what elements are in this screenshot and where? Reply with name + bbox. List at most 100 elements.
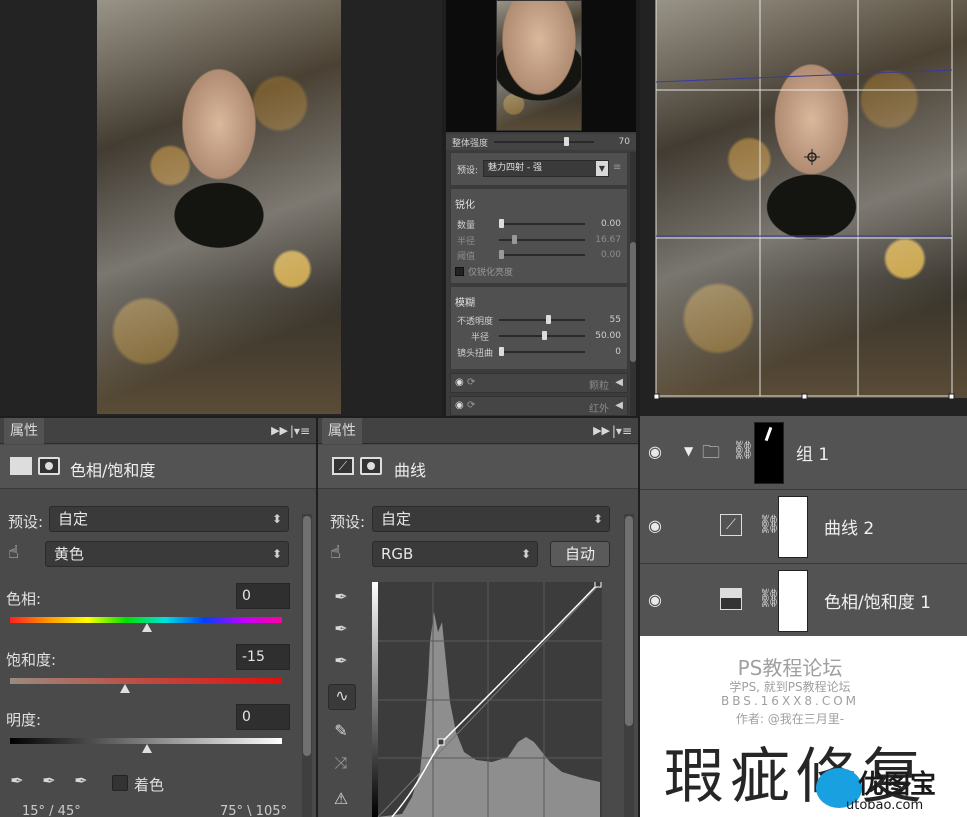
refresh-icon[interactable]: ⟳ <box>467 377 475 388</box>
sharpen-amount-thumb[interactable] <box>499 219 504 228</box>
vignette-opacity-label: 不透明度 <box>457 316 494 327</box>
pencil-draw-icon[interactable]: ✎ <box>330 720 352 742</box>
transform-grid[interactable] <box>640 0 967 416</box>
collapse-icon[interactable]: ▶▶ <box>593 418 610 444</box>
layer-mask-thumbnail[interactable] <box>778 496 808 558</box>
eyedropper-icon[interactable]: ✒ <box>6 770 28 792</box>
sharpen-luminance-label: 仅锐化亮度 <box>468 268 514 278</box>
overall-strength-slider[interactable] <box>494 137 594 146</box>
hue-panel-tab[interactable]: 属性 <box>4 418 44 444</box>
layer-row-curves[interactable]: ◉ ⟋ ⛓ 曲线 2 <box>640 490 967 564</box>
lens-distort-label: 镜头扭曲 <box>457 348 494 359</box>
layer-name: 曲线 2 <box>824 519 875 539</box>
eye-icon[interactable]: ◉ <box>455 377 464 388</box>
lens-distort-thumb[interactable] <box>499 347 504 356</box>
saturation-slider-thumb[interactable] <box>120 684 130 693</box>
curves-graph[interactable] <box>372 582 602 817</box>
curves-panel-scrollbar[interactable] <box>624 514 634 817</box>
vignette-title: 模糊 <box>455 298 475 309</box>
visibility-eye-icon[interactable]: ◉ <box>648 442 666 461</box>
logo-url: utobao.com <box>846 798 924 813</box>
eyedropper-minus-icon[interactable]: ✒ <box>70 770 92 792</box>
saturation-value: -15 <box>242 649 265 665</box>
layer-mask-thumbnail[interactable] <box>754 422 784 484</box>
sharpen-luminance-checkbox[interactable] <box>455 267 464 276</box>
hue-channel-select[interactable]: 黄色 <box>45 541 289 567</box>
range-right-value: 75° \ 105° <box>220 804 287 817</box>
lightness-slider-thumb[interactable] <box>142 744 152 753</box>
hue-value-input[interactable]: 0 <box>236 583 290 609</box>
saturation-slider-track[interactable] <box>10 678 282 684</box>
colorize-label: 着色 <box>134 776 165 794</box>
curves-panel-tab[interactable]: 属性 <box>322 418 362 444</box>
sample-gray-eyedropper-icon[interactable]: ✒ <box>330 618 352 640</box>
targeted-adjust-hand-icon[interactable]: ☝ <box>8 542 19 563</box>
sharpen-radius-label: 半径 <box>457 236 476 247</box>
vignette-radius-slider[interactable] <box>499 331 585 340</box>
hue-preset-select[interactable]: 自定 <box>49 506 289 532</box>
hue-saturation-panel: 属性 ▶▶ |▾≡ 色相/饱和度 预设: 自定 ☝ 黄色 色相: 0 饱和度: … <box>0 418 316 817</box>
sharpen-section: 锐化 数量 0.00 半径 16.67 阈值 0.00 仅锐化亮度 <box>450 188 628 284</box>
sharpen-radius-slider[interactable] <box>499 235 585 244</box>
vignette-opacity-slider[interactable] <box>499 315 585 324</box>
curves-preset-select[interactable]: 自定 <box>372 506 610 532</box>
vignette-radius-thumb[interactable] <box>542 331 547 340</box>
layer-row-group[interactable]: ◉ ▼ 🗀 ⛓ 组 1 <box>640 416 967 490</box>
curve-point-tool-icon[interactable]: ∿ <box>328 684 356 710</box>
overall-strength-value: 70 <box>618 137 630 147</box>
sharpen-threshold-label: 阈值 <box>457 251 476 262</box>
caret-left-icon: ◀ <box>615 400 623 411</box>
sharpen-title: 锐化 <box>455 200 475 211</box>
panel-menu-icon[interactable]: |▾≡ <box>612 418 632 444</box>
visibility-eye-icon[interactable]: ◉ <box>648 590 666 609</box>
expand-triangle-icon[interactable]: ▼ <box>684 444 693 458</box>
mask-icon[interactable] <box>38 457 60 475</box>
visibility-eye-icon[interactable]: ◉ <box>648 516 666 535</box>
filter-preview-thumbnail[interactable] <box>496 0 582 131</box>
watermark-line4: 作者: @我在三月里- <box>735 712 845 726</box>
lens-distort-slider[interactable] <box>499 347 585 356</box>
sharpen-amount-label: 数量 <box>457 220 476 231</box>
filter-panel-scrollbar[interactable] <box>630 152 636 416</box>
layer-row-hue[interactable]: ◉ ⛓ 色相/饱和度 1 <box>640 564 967 638</box>
vignette-opacity-thumb[interactable] <box>546 315 552 324</box>
hue-preset-label: 预设: <box>8 513 44 531</box>
mask-icon[interactable] <box>360 457 382 475</box>
curve-point-top <box>594 582 602 588</box>
lens-distort-value: 0 <box>615 347 621 357</box>
panel-menu-icon[interactable]: |▾≡ <box>290 418 310 444</box>
curves-channel-select[interactable]: RGB <box>372 541 538 567</box>
overall-strength-thumb[interactable] <box>564 137 569 146</box>
clipping-warning-icon[interactable]: ⚠ <box>330 788 352 810</box>
sample-white-eyedropper-icon[interactable]: ✒ <box>330 650 352 672</box>
sharpen-radius-thumb[interactable] <box>511 235 517 244</box>
refresh-icon[interactable]: ⟳ <box>467 400 475 411</box>
hue-panel-scrollbar[interactable] <box>302 514 312 817</box>
sharpen-threshold-slider[interactable] <box>499 250 585 259</box>
sharpen-amount-slider[interactable] <box>499 219 585 228</box>
hue-adjustment-icon <box>720 588 742 610</box>
filter-preset-select[interactable]: 魅力四射 - 强 ▼ <box>483 160 609 177</box>
tab-infrared[interactable]: ◉ ⟳ 红外 ◀ <box>450 396 628 416</box>
hue-slider-thumb[interactable] <box>142 623 152 632</box>
auto-button[interactable]: 自动 <box>550 541 610 567</box>
eye-icon[interactable]: ◉ <box>455 400 464 411</box>
eyedropper-plus-icon[interactable]: ✒ <box>38 770 60 792</box>
watermark-line3: BBS.16XX8.COM <box>720 694 860 708</box>
layer-mask-thumbnail[interactable] <box>778 570 808 632</box>
watermark-area: PS教程论坛 学PS, 就到PS教程论坛 BBS.16XX8.COM 作者: @… <box>640 636 967 817</box>
colorize-checkbox[interactable] <box>112 775 128 791</box>
lightness-value-input[interactable]: 0 <box>236 704 290 730</box>
tab-grain[interactable]: ◉ ⟳ 颗粒 ◀ <box>450 373 628 393</box>
document-canvas-left[interactable] <box>0 0 442 416</box>
adjustment-layer-icon <box>10 457 32 475</box>
smooth-curve-icon[interactable]: ⤨ <box>330 752 352 774</box>
preset-menu-icon[interactable]: ≡ <box>613 162 621 173</box>
on-image-adjust-icon[interactable]: ☝ <box>330 542 341 563</box>
document-canvas-right[interactable] <box>640 0 967 416</box>
sample-black-eyedropper-icon[interactable]: ✒ <box>330 586 352 608</box>
collapse-icon[interactable]: ▶▶ <box>271 418 288 444</box>
sharpen-threshold-thumb[interactable] <box>499 250 504 259</box>
chain-link-icon[interactable]: ⛓ <box>732 440 755 461</box>
saturation-value-input[interactable]: -15 <box>236 644 290 670</box>
